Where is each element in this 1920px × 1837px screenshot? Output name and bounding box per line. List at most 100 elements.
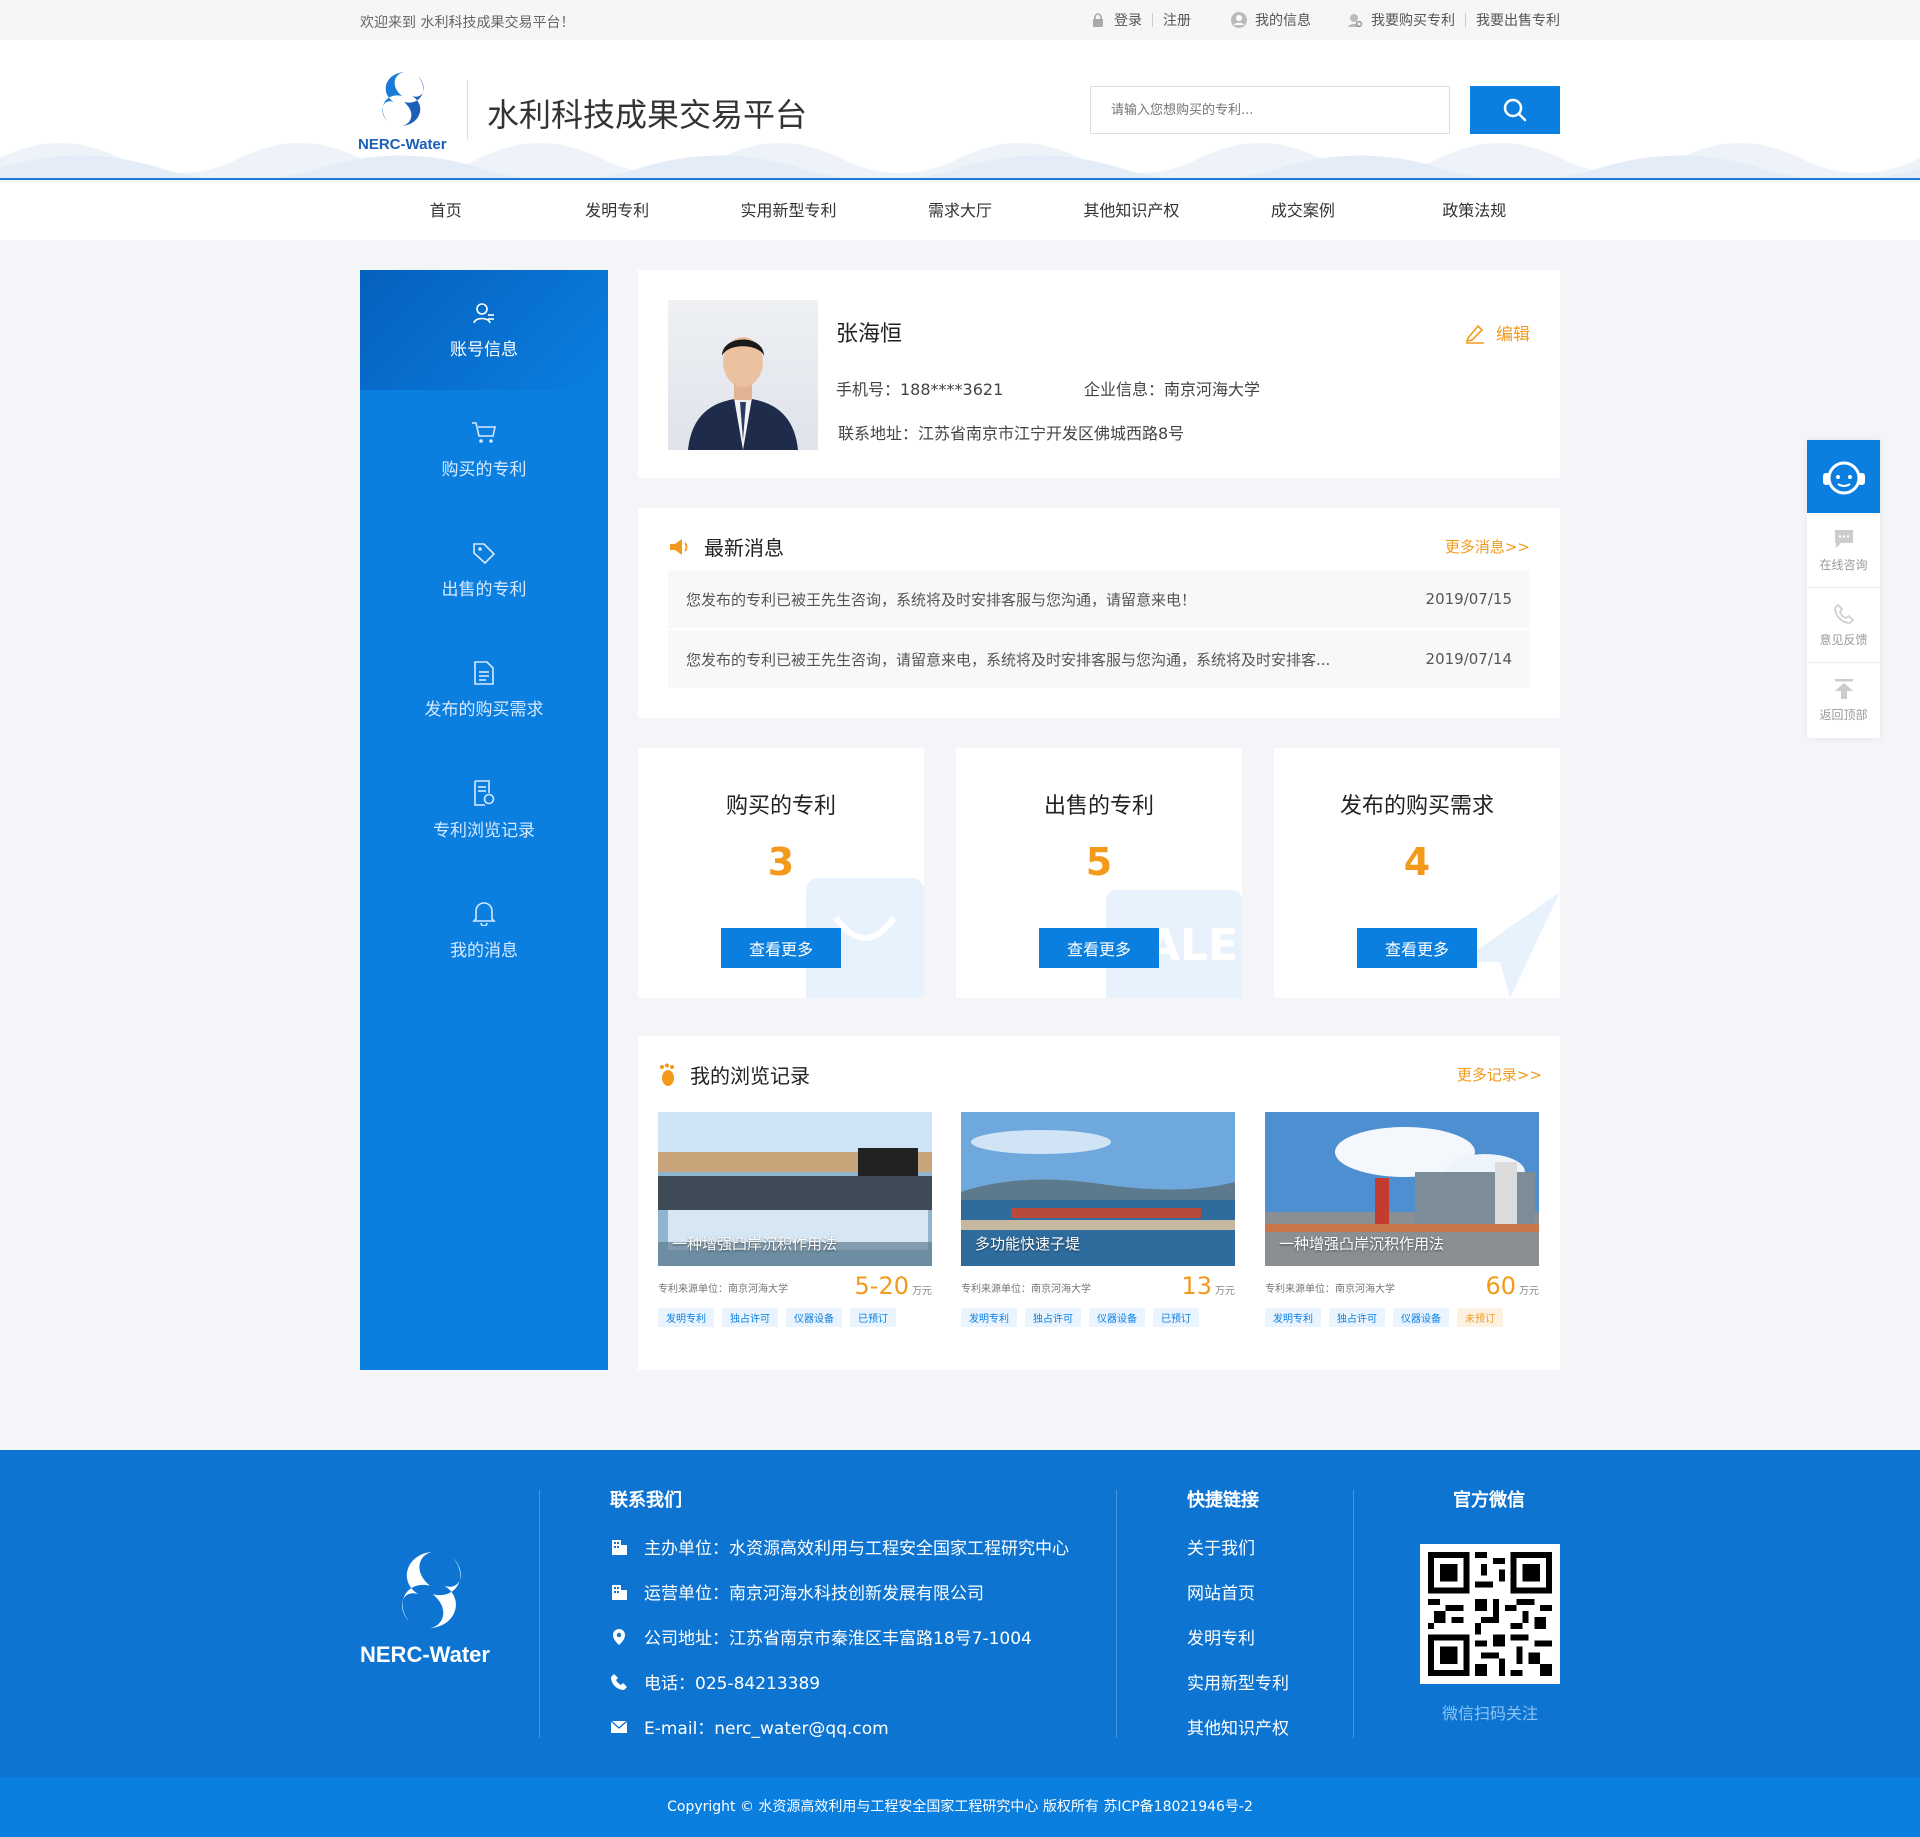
footer-divider [1116,1490,1117,1738]
user-search-icon [1348,14,1363,28]
nav-item-other-ip[interactable]: 其他知识产权 [1046,182,1217,240]
wechat-title: 官方微信 [1453,1490,1525,1511]
more-news-link[interactable]: 更多消息>> [1445,536,1530,557]
footer-link-invention[interactable]: 发明专利 [1187,1624,1255,1649]
main-nav: 首页 发明专利 实用新型专利 需求大厅 其他知识产权 成交案例 政策法规 [0,182,1920,240]
sidebar-item-label: 出售的专利 [441,579,527,600]
stat-card-demands: 发布的购买需求 4 查看更多 [1274,748,1560,998]
history-card[interactable]: 一种增强凸岸沉积作用法 专利来源单位：南京河海大学 5-20 万元 发明专利 独占… [658,1112,932,1327]
site-title: 水利科技成果交易平台 [487,96,808,134]
sell-patent-link[interactable]: 我要出售专利 [1476,10,1560,30]
stat-value: 4 [1403,840,1431,884]
card-source: 专利来源单位：南京河海大学 [658,1284,788,1295]
divider [1152,13,1153,27]
building-icon [612,1539,627,1555]
site-logo[interactable]: NERC-Water [356,68,452,162]
pencil-icon [1465,324,1484,344]
welcome-text: 欢迎来到 水利科技成果交易平台！ [360,15,575,31]
card-tags: 发明专利 独占许可 仪器设备 未预订 [1265,1308,1511,1327]
sidebar-item-messages[interactable]: 我的消息 [360,870,608,990]
footer-link-other-ip[interactable]: 其他知识产权 [1187,1714,1289,1739]
float-toolbar: 在线咨询 意见反馈 返回顶部 [1807,440,1880,738]
stat-title: 出售的专利 [1043,794,1154,819]
logo-text: NERC-Water [358,136,447,153]
footer-link-about[interactable]: 关于我们 [1187,1534,1255,1559]
nav-item-demand[interactable]: 需求大厅 [874,182,1045,240]
phone-icon [1833,603,1854,624]
cart-icon [472,421,496,443]
footer-link-home[interactable]: 网站首页 [1187,1579,1255,1604]
nav-item-cases[interactable]: 成交案例 [1217,182,1388,240]
patent-image: 一种增强凸岸沉积作用法 [1265,1112,1539,1266]
patent-image: 多功能快速子堤 [961,1112,1235,1266]
customer-service-button[interactable] [1807,440,1880,513]
tag-badge: 独占许可 [1025,1308,1081,1327]
search-icon [1503,98,1527,122]
footer-logo-text: NERC-Water [360,1642,490,1667]
card-caption: 多功能快速子堤 [975,1235,1081,1253]
news-text: 您发布的专利已被王先生咨询，系统将及时安排客服与您沟通，请留意来电！ [686,590,1197,609]
footer-logo-icon [402,1551,461,1629]
login-link[interactable]: 登录 [1090,10,1142,30]
nav-item-invention[interactable]: 发明专利 [531,182,702,240]
card-source: 专利来源单位：南京河海大学 [1265,1284,1395,1295]
register-link[interactable]: 注册 [1163,10,1191,30]
site-header: NERC-Water 水利科技成果交易平台 [0,40,1920,180]
card-price: 13 万元 [1181,1272,1235,1300]
portrait-image [688,337,798,450]
contact-title: 联系我们 [610,1490,682,1511]
headset-icon [1822,461,1865,494]
bell-icon [472,901,496,926]
stat-value: 5 [1085,840,1113,884]
footer-divider [539,1490,540,1738]
sidebar-item-sold[interactable]: 出售的专利 [360,510,608,630]
chat-icon [1834,529,1853,548]
phone-icon [611,1673,627,1690]
nav-item-policy[interactable]: 政策法规 [1389,182,1560,240]
header-divider [467,80,468,140]
edit-button[interactable]: 编辑 [1464,320,1530,345]
view-more-button[interactable]: 查看更多 [1039,928,1159,968]
news-item[interactable]: 您发布的专利已被王先生咨询，系统将及时安排客服与您沟通，请留意来电！ 2019/… [668,570,1530,628]
sidebar-item-label: 发布的购买需求 [424,699,544,720]
view-more-button[interactable]: 查看更多 [721,928,841,968]
card-tags: 发明专利 独占许可 仪器设备 已预订 [658,1308,904,1327]
stat-card-bought: 购买的专利 3 查看更多 [638,748,924,998]
sidebar-item-label: 我的消息 [450,940,518,961]
lock-icon [1093,13,1103,27]
online-consult-button[interactable]: 在线咨询 [1807,513,1880,588]
view-more-button[interactable]: 查看更多 [1357,928,1477,968]
footer-link-utility[interactable]: 实用新型专利 [1187,1669,1289,1694]
news-date: 2019/07/15 [1425,590,1512,608]
tag-badge: 独占许可 [1329,1308,1385,1327]
feedback-button[interactable]: 意见反馈 [1807,588,1880,663]
sidebar-item-bought[interactable]: 购买的专利 [360,390,608,510]
sidebar-item-label: 购买的专利 [441,459,527,480]
search-input[interactable] [1090,86,1450,134]
history-card[interactable]: 一种增强凸岸沉积作用法 专利来源单位：南京河海大学 60 万元 发明专利 独占许可… [1265,1112,1539,1327]
back-to-top-button[interactable]: 返回顶部 [1807,663,1880,738]
buy-patent-link[interactable]: 我要购买专利 [1347,10,1455,30]
tag-badge: 仪器设备 [786,1308,842,1327]
divider [1465,13,1466,27]
operator-line: 运营单位：南京河海水科技创新发展有限公司 [610,1579,984,1604]
mail-icon [610,1719,628,1733]
search-button[interactable] [1470,86,1560,134]
news-item[interactable]: 您发布的专利已被王先生咨询，请留意来电，系统将及时安排客服与您沟通，系统将及时安… [668,630,1530,688]
my-info-link[interactable]: 我的信息 [1231,10,1311,30]
sidebar: 账号信息 购买的专利 出售的专利 发布的购买需求 专利浏览记录 我的消息 [360,270,608,1370]
copyright-bar: Copyright © 水资源高效利用与工程安全国家工程研究中心 版权所有 苏I… [0,1777,1920,1837]
sidebar-item-history[interactable]: 专利浏览记录 [360,750,608,870]
nav-item-utility[interactable]: 实用新型专利 [703,182,874,240]
company-text: 企业信息：南京河海大学 [1084,380,1261,399]
sidebar-item-demands[interactable]: 发布的购买需求 [360,630,608,750]
history-card[interactable]: 多功能快速子堤 专利来源单位：南京河海大学 13 万元 发明专利 独占许可 仪器设… [961,1112,1235,1327]
nav-item-home[interactable]: 首页 [360,182,531,240]
tag-badge: 仪器设备 [1089,1308,1145,1327]
sidebar-item-account[interactable]: 账号信息 [360,270,608,390]
tag-badge: 发明专利 [961,1308,1017,1327]
news-date: 2019/07/14 [1425,650,1512,668]
speaker-icon [670,538,688,555]
user-circle-icon [1231,12,1247,28]
more-history-link[interactable]: 更多记录>> [1457,1064,1542,1085]
